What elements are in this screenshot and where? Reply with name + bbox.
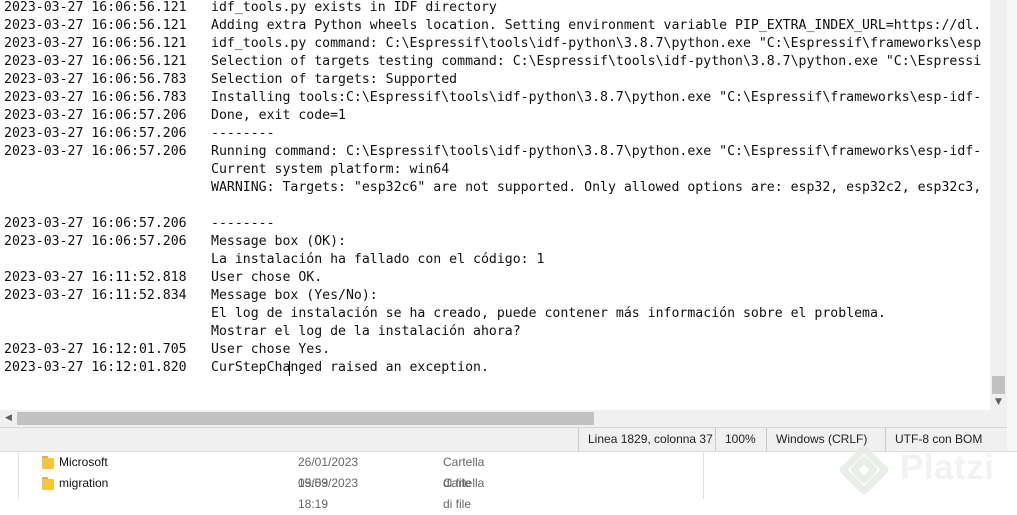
text-caret <box>289 361 290 376</box>
background-window-strip <box>1007 0 1017 451</box>
log-timestamp: 2023-03-27 16:12:01.820 <box>4 360 187 375</box>
folder-icon <box>42 477 54 490</box>
explorer-nav-divider <box>18 451 19 499</box>
log-message: CurStepChanged raised an exception. <box>211 360 489 375</box>
log-timestamp: 2023-03-27 16:06:56.121 <box>4 36 187 51</box>
log-message: Current system platform: win64 <box>211 162 450 177</box>
folder-icon <box>42 456 54 469</box>
log-message: El log de instalación se ha creado, pued… <box>211 306 886 321</box>
file-type: Cartella di file <box>443 476 485 511</box>
log-message: Selection of targets testing command: C:… <box>211 54 982 69</box>
log-timestamp: 2023-03-27 16:06:56.121 <box>4 54 187 69</box>
scroll-left-arrow-icon[interactable]: ◀ <box>0 410 17 427</box>
log-message: Mostrar el log de la instalación ahora? <box>211 324 521 339</box>
log-message: Selection of targets: Supported <box>211 72 458 87</box>
log-timestamp: 2023-03-27 16:06:56.121 <box>4 18 187 33</box>
vertical-scrollbar[interactable]: ▼ <box>990 0 1007 410</box>
scrollbar-corner <box>990 410 1007 427</box>
log-message: idf_tools.py command: C:\Espressif\tools… <box>211 36 982 51</box>
watermark-text: Platzi <box>900 448 995 487</box>
log-timestamp: 2023-03-27 16:06:57.206 <box>4 144 187 159</box>
log-message: User chose Yes. <box>211 342 331 357</box>
log-timestamp: 2023-03-27 16:06:57.206 <box>4 126 187 141</box>
vertical-scrollbar-thumb[interactable] <box>992 376 1005 394</box>
file-name: migration <box>59 476 109 490</box>
platzi-watermark: Platzi <box>838 442 1010 498</box>
log-timestamp: 2023-03-27 16:06:57.206 <box>4 108 187 123</box>
horizontal-scrollbar[interactable]: ◀ <box>0 410 990 427</box>
log-timestamp: 2023-03-27 16:11:52.818 <box>4 270 187 285</box>
cursor-position-status: Linea 1829, colonna 37 <box>578 428 713 451</box>
log-message: Done, exit code=1 <box>211 108 346 123</box>
notepad-window: 2023-03-27 16:06:56.121 idf_tools.py exis… <box>0 0 1007 451</box>
log-timestamp: 2023-03-27 16:11:52.834 <box>4 288 187 303</box>
log-message: -------- <box>211 216 275 231</box>
log-timestamp: 2023-03-27 16:06:57.206 <box>4 216 187 231</box>
explorer-preview-divider <box>703 451 704 499</box>
horizontal-scrollbar-thumb[interactable] <box>17 412 594 425</box>
log-message: idf_tools.py exists in IDF directory <box>211 0 497 15</box>
log-timestamp: 2023-03-27 16:06:56.783 <box>4 90 187 105</box>
log-timestamp: 2023-03-27 16:06:57.206 <box>4 234 187 249</box>
log-timestamp: 2023-03-27 16:06:56.121 <box>4 0 187 15</box>
log-timestamp: 2023-03-27 16:06:56.783 <box>4 72 187 87</box>
platzi-logo-icon <box>839 446 889 495</box>
log-message: Installing tools:C:\Espressif\tools\idf-… <box>211 90 982 105</box>
log-message: Adding extra Python wheels location. Set… <box>211 18 982 33</box>
text-editor-area[interactable]: 2023-03-27 16:06:56.121 idf_tools.py exis… <box>0 0 990 410</box>
file-date: 15/03/2023 18:19 <box>298 476 359 511</box>
scroll-down-arrow-icon[interactable]: ▼ <box>990 394 1007 410</box>
log-message: Running command: C:\Espressif\tools\idf-… <box>211 144 982 159</box>
log-message: Message box (Yes/No): <box>211 288 378 303</box>
log-message: User chose OK. <box>211 270 323 285</box>
log-message: Message box (OK): <box>211 234 346 249</box>
log-message: WARNING: Targets: "esp32c6" are not supp… <box>211 180 982 195</box>
zoom-status: 100% <box>715 428 756 451</box>
log-timestamp: 2023-03-27 16:12:01.705 <box>4 342 187 357</box>
log-message: La instalación ha fallado con el código:… <box>211 252 545 267</box>
file-name: Microsoft <box>59 455 108 469</box>
log-message: -------- <box>211 126 275 141</box>
